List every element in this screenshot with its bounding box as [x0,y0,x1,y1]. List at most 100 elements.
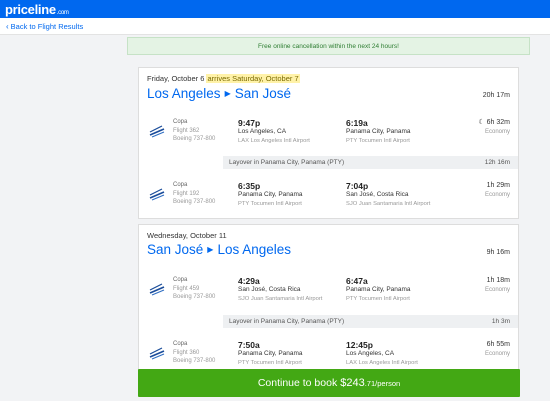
flight-number: Flight 192 [173,190,200,197]
arrival-airport: LAX Los Angeles Intl Airport [346,359,418,366]
airline-name: Copa [173,341,188,347]
logo-suffix: .com [56,9,69,16]
departure-airport: PTY Tocumen Intl Airport [238,359,302,366]
moon-icon: ☾ [478,119,485,126]
copa-logo-icon [149,345,165,361]
segment-duration: 1h 29m Economy [485,181,510,199]
segment-duration: 6h 55m Economy [485,340,510,358]
departure-info: 7:50a Panama City, Panama PTY Tocumen In… [238,340,303,367]
departure-info: 9:47p Los Angeles, CA LAX Los Angeles In… [238,118,310,145]
layover-bar: Layover in Panama City, Panama (PTY) 1h … [223,315,518,328]
route-destination: Los Angeles [217,242,292,257]
cabin-class: Economy [484,287,510,293]
route-origin: San José [147,242,204,257]
departure-airport: PTY Tocumen Intl Airport [238,200,302,207]
cabin-class: Economy [484,192,510,198]
priceline-logo[interactable]: priceline.com [5,2,69,17]
arrival-city: Los Angeles, CA [346,350,395,357]
departure-airport: LAX Los Angeles Intl Airport [238,137,310,144]
aircraft-type: Boeing 737-800 [173,199,216,205]
copa-logo-icon [149,123,165,139]
route-origin: Los Angeles [147,86,221,101]
arrival-city: Panama City, Panama [346,286,411,293]
cabin-class: Economy [484,129,510,135]
return-route-title: San José ▶ Los Angeles [147,242,291,257]
cancellation-notice: Free online cancellation within the next… [127,37,530,55]
flight-segment: Copa Flight 192 Boeing 737-800 6:35p Pan… [139,181,518,217]
triangle-right-icon: ▶ [224,89,231,98]
copa-logo-icon [149,281,165,297]
airline-info: Copa Flight 459 Boeing 737-800 [173,276,215,302]
copa-logo-icon [149,186,165,202]
airline-name: Copa [173,119,188,125]
departure-time: 7:50a [238,340,260,350]
airline-name: Copa [173,277,188,283]
outbound-total-duration: 20h 17m [482,92,510,99]
arrives-next-day-badge: arrives Saturday, October 7 [206,74,300,83]
flight-number: Flight 362 [173,127,200,134]
price-dollars: $243 [340,377,365,389]
duration-text: 1h 18m [486,277,510,284]
departure-city: San José, Costa Rica [238,286,301,293]
price-cents: .71 [364,379,376,388]
return-trip-card: Wednesday, October 11 San José ▶ Los Ang… [138,224,519,374]
back-bar: ‹ Back to Flight Results [0,18,550,35]
aircraft-type: Boeing 737-800 [173,294,216,300]
departure-time: 4:29a [238,276,260,286]
outbound-route-title: Los Angeles ▶ San José [147,86,291,101]
duration-text: 6h 32m [486,119,510,126]
layover-label: Layover in Panama City, Panama (PTY) [229,159,345,166]
layover-label: Layover in Panama City, Panama (PTY) [229,318,345,325]
duration-text: 1h 29m [486,182,510,189]
chevron-left-icon: ‹ [6,21,9,31]
return-date: Wednesday, October 11 [147,231,227,240]
duration-text: 6h 55m [486,341,510,348]
arrival-airport: PTY Tocumen Intl Airport [346,295,410,302]
layover-duration: 1h 3m [491,318,510,325]
segment-duration: ☾ 6h 32m Economy [478,118,510,136]
logo-text: priceline [5,1,56,17]
flight-segment: Copa Flight 459 Boeing 737-800 4:29a San… [139,276,518,312]
arrival-time: 12:45p [346,340,373,350]
departure-airport: SJO Juan Santamaria Intl Airport [238,295,323,302]
segment-duration: 1h 18m Economy [485,276,510,294]
departure-city: Panama City, Panama [238,350,303,357]
return-total-duration: 9h 16m [486,249,510,256]
arrival-info: 7:04p San José, Costa Rica SJO Juan Sant… [346,181,430,208]
departure-info: 6:35p Panama City, Panama PTY Tocumen In… [238,181,303,208]
triangle-right-icon: ▶ [207,245,214,254]
cta-label: Continue to book [257,377,338,389]
continue-to-book-button[interactable]: Continue to book $243.71/person [138,369,520,397]
arrival-city: Panama City, Panama [346,128,411,135]
arrival-time: 6:19a [346,118,368,128]
aircraft-type: Boeing 737-800 [173,358,216,364]
flight-number: Flight 459 [173,285,200,292]
arrival-airport: SJO Juan Santamaria Intl Airport [346,200,431,207]
flight-segment: Copa Flight 362 Boeing 737-800 9:47p Los… [139,118,518,154]
route-destination: San José [234,86,292,101]
departure-time: 6:35p [238,181,261,191]
arrival-time: 7:04p [346,181,369,191]
airline-name: Copa [173,182,188,188]
layover-duration: 12h 16m [484,159,510,166]
arrival-info: 12:45p Los Angeles, CA LAX Los Angeles I… [346,340,418,367]
cta-price: $243.71/person [340,377,400,389]
aircraft-type: Boeing 737-800 [173,136,216,142]
back-to-results-link[interactable]: Back to Flight Results [11,22,84,31]
arrival-airport: PTY Tocumen Intl Airport [346,137,410,144]
arrival-time: 6:47a [346,276,368,286]
layover-bar: Layover in Panama City, Panama (PTY) 12h… [223,156,518,169]
outbound-trip-card: Friday, October 6 arrives Saturday, Octo… [138,67,519,219]
outbound-date: Friday, October 6 arrives Saturday, Octo… [147,74,300,83]
airline-info: Copa Flight 192 Boeing 737-800 [173,181,215,207]
airline-info: Copa Flight 360 Boeing 737-800 [173,340,215,366]
arrival-info: 6:47a Panama City, Panama PTY Tocumen In… [346,276,411,303]
outbound-date-text: Friday, October 6 [147,74,205,83]
price-per-person: /person [375,379,401,388]
arrival-city: San José, Costa Rica [346,191,409,198]
arrival-info: 6:19a Panama City, Panama PTY Tocumen In… [346,118,411,145]
cabin-class: Economy [484,351,510,357]
airline-info: Copa Flight 362 Boeing 737-800 [173,118,215,144]
departure-info: 4:29a San José, Costa Rica SJO Juan Sant… [238,276,322,303]
flight-number: Flight 360 [173,349,200,356]
